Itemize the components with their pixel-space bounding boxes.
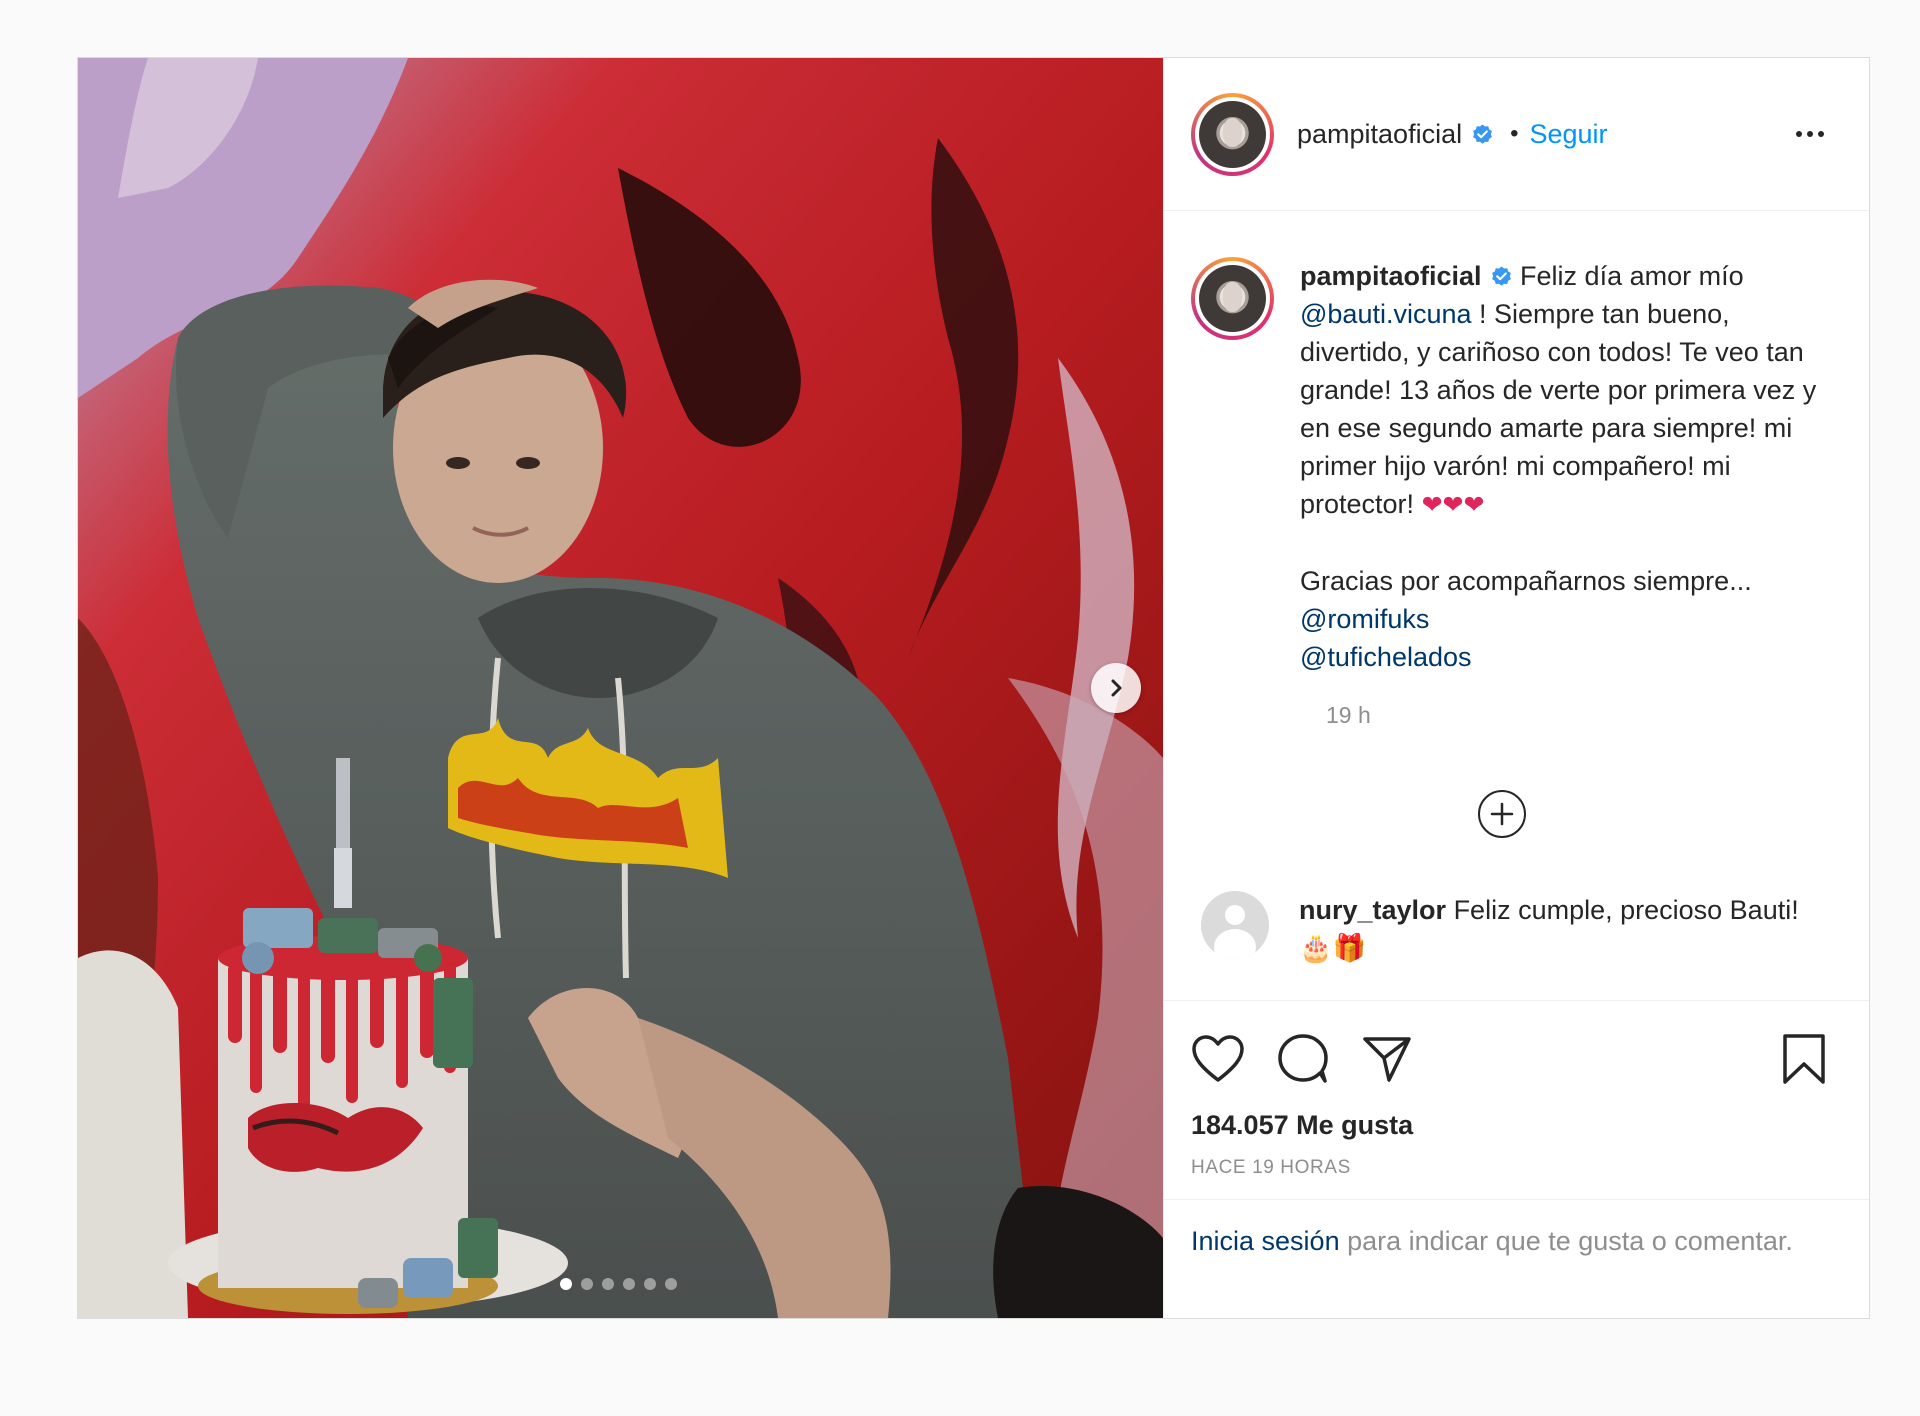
header-username[interactable]: pampitaoficial (1297, 119, 1462, 150)
hearts-emoji: ❤❤❤ (1421, 491, 1485, 519)
heart-icon[interactable] (1191, 1034, 1245, 1084)
commenter-username[interactable]: nury_taylor (1299, 895, 1446, 925)
carousel-indicator (560, 1278, 677, 1290)
caption-body-1: Feliz día amor mío (1512, 261, 1744, 291)
action-bar (1191, 1029, 1842, 1089)
caption-time[interactable]: 19 h (1326, 702, 1829, 729)
comment-item: nury_taylor Feliz cumple, precioso Bauti… (1191, 891, 1819, 967)
caption-username[interactable]: pampitaoficial (1300, 261, 1482, 291)
instagram-post: pampitaoficial • Seguir pampitaoficial F… (77, 57, 1870, 1319)
load-more-comments-button[interactable] (1478, 790, 1526, 838)
caption-avatar[interactable] (1191, 257, 1274, 340)
comment-icon[interactable] (1276, 1033, 1330, 1085)
verified-badge-icon (1491, 266, 1511, 286)
comment-body: Feliz cumple, precioso Bauti! (1446, 895, 1799, 925)
bookmark-icon[interactable] (1781, 1033, 1827, 1085)
mention-link[interactable]: @romifuks (1300, 604, 1429, 634)
follow-button[interactable]: Seguir (1530, 119, 1608, 150)
carousel-dot (665, 1278, 677, 1290)
login-prompt: Inicia sesión para indicar que te gusta … (1164, 1200, 1869, 1318)
next-slide-button[interactable] (1091, 663, 1141, 713)
actions-area: 184.057 Me gusta HACE 19 HORAS (1164, 1001, 1869, 1200)
comment-text: nury_taylor Feliz cumple, precioso Bauti… (1299, 891, 1819, 967)
verified-badge-icon (1473, 123, 1492, 144)
photo-illustration (78, 58, 1163, 1318)
carousel-dot (560, 1278, 572, 1290)
caption-body-2: ! Siempre tan bueno, divertido, y cariño… (1300, 299, 1817, 519)
plus-icon (1490, 802, 1514, 826)
carousel-dot (581, 1278, 593, 1290)
comments-section: pampitaoficial Feliz día amor mío @bauti… (1164, 211, 1869, 1001)
caption: pampitaoficial Feliz día amor mío @bauti… (1191, 257, 1829, 676)
caption-body-3: Gracias por acompañarnos siempre... (1300, 566, 1752, 596)
more-options-icon[interactable] (1796, 131, 1824, 137)
commenter-avatar[interactable] (1201, 891, 1269, 959)
carousel-dot (623, 1278, 635, 1290)
likes-count[interactable]: 184.057 Me gusta (1191, 1110, 1842, 1141)
mention-link[interactable]: @bauti.vicuna (1300, 299, 1472, 329)
carousel-dot (602, 1278, 614, 1290)
post-age[interactable]: HACE 19 HORAS (1191, 1157, 1842, 1179)
post-header: pampitaoficial • Seguir (1164, 58, 1869, 211)
header-separator: • (1510, 120, 1519, 147)
share-icon[interactable] (1361, 1034, 1413, 1084)
avatar[interactable] (1191, 92, 1274, 176)
carousel-dot (644, 1278, 656, 1290)
comment-emojis: 🎂🎁 (1299, 933, 1367, 963)
login-prompt-text: para indicar que te gusta o comentar. (1339, 1226, 1793, 1256)
caption-text: pampitaoficial Feliz día amor mío @bauti… (1300, 257, 1820, 676)
mention-link[interactable]: @tufichelados (1300, 642, 1472, 672)
login-link[interactable]: Inicia sesión (1191, 1226, 1340, 1256)
post-side-panel: pampitaoficial • Seguir pampitaoficial F… (1163, 58, 1869, 1318)
chevron-right-icon (1111, 679, 1122, 697)
post-photo[interactable] (78, 58, 1163, 1318)
